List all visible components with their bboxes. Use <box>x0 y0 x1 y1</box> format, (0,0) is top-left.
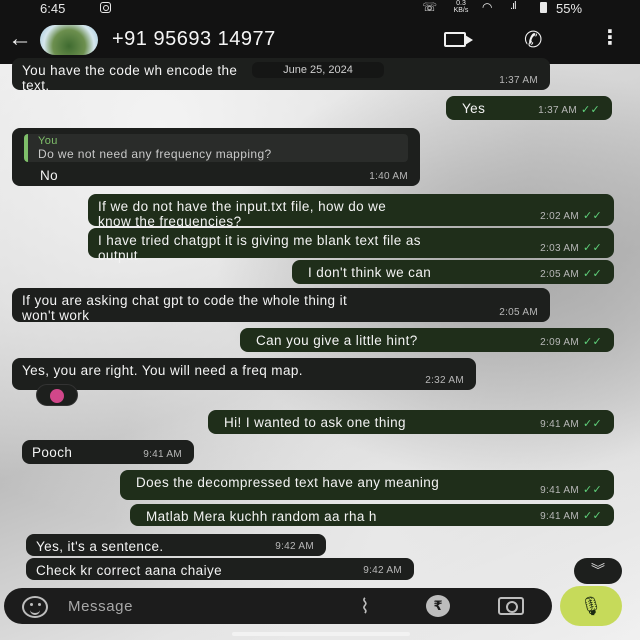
message-bubble[interactable]: Check kr correct aana chaiye 9:42 AM <box>26 558 414 580</box>
double-chevron-down-icon[interactable]: ︾ <box>574 558 622 584</box>
message-text: I have tried chatgpt it is giving me bla… <box>98 233 421 263</box>
message-text: If we do not have the input.txt file, ho… <box>98 199 387 229</box>
message-bubble[interactable]: You Do we not need any frequency mapping… <box>12 128 420 186</box>
message-bubble[interactable]: Yes 1:37 AM ✓✓ <box>446 96 612 120</box>
message-bubble[interactable]: If we do not have the input.txt file, ho… <box>88 194 614 229</box>
message-time: 9:41 AM <box>143 449 182 460</box>
message-bubble[interactable]: Yes, you are right. You will need a freq… <box>12 358 476 390</box>
camera-icon[interactable] <box>498 597 524 615</box>
message-bubble[interactable]: Can you give a little hint? 2:09 AM ✓✓ <box>240 328 614 352</box>
quoted-message[interactable]: You Do we not need any frequency mapping… <box>24 134 408 162</box>
message-bubble[interactable]: I have tried chatgpt it is giving me bla… <box>88 228 614 263</box>
message-bubble[interactable]: I don't think we can 2:05 AM ✓✓ <box>292 260 614 284</box>
message-text: Yes, you are right. You will need a freq… <box>22 363 303 378</box>
message-bubble[interactable]: Matlab Mera kuchh random aa rha h 9:41 A… <box>130 504 614 526</box>
quote-text: Do we not need any frequency mapping? <box>38 147 272 161</box>
signal-icon: .ıl <box>510 0 516 12</box>
message-text: Yes, it's a sentence. <box>36 539 164 554</box>
wifi-calling-icon: ☏ <box>422 0 438 14</box>
gesture-nav-bar[interactable] <box>232 632 410 636</box>
message-input[interactable] <box>68 592 328 620</box>
double-check-icon: ✓✓ <box>582 210 602 222</box>
message-time: 2:05 AM <box>540 269 579 280</box>
message-time: 9:42 AM <box>275 541 314 552</box>
phone-icon[interactable]: ✆ <box>524 27 542 53</box>
more-vertical-icon[interactable]: ⋮ <box>600 28 620 48</box>
message-time: 2:02 AM <box>540 211 579 222</box>
message-time: 9:41 AM <box>540 511 579 522</box>
thumbs-up-reaction[interactable] <box>36 384 78 406</box>
message-bubble[interactable]: Pooch 9:41 AM <box>22 440 194 464</box>
double-check-icon: ✓✓ <box>582 484 602 496</box>
mic-icon: 🎙 <box>579 596 603 616</box>
quote-author: You <box>38 135 58 147</box>
date-chip: June 25, 2024 <box>252 62 384 78</box>
message-time: 1:37 AM <box>499 75 538 86</box>
message-text: Does the decompressed text have any mean… <box>136 475 440 490</box>
network-speed: 0.3 KB/s <box>453 0 469 14</box>
rupee-icon[interactable]: ₹ <box>426 595 450 617</box>
message-time: 1:40 AM <box>369 171 408 182</box>
contact-name[interactable]: +91 95693 14977 <box>112 28 276 51</box>
wifi-icon: ◠ <box>482 0 493 14</box>
message-text: If you are asking chat gpt to code the w… <box>22 293 348 323</box>
message-time: 2:03 AM <box>540 243 579 254</box>
status-time: 6:45 <box>40 1 66 16</box>
message-time: 1:37 AM <box>538 105 577 116</box>
message-time: 9:41 AM <box>540 419 579 430</box>
thumbs-up-icon <box>50 388 64 403</box>
double-check-icon: ✓✓ <box>582 336 602 348</box>
message-time: 9:42 AM <box>363 565 402 576</box>
arrow-left-icon[interactable]: ← <box>8 26 38 52</box>
message-time: 2:09 AM <box>540 337 579 348</box>
message-bubble[interactable]: Hi! I wanted to ask one thing 9:41 AM ✓✓ <box>208 410 614 434</box>
avatar[interactable] <box>40 25 98 55</box>
video-call-icon[interactable] <box>444 32 473 47</box>
double-check-icon: ✓✓ <box>582 242 602 254</box>
message-time: 9:41 AM <box>540 485 579 496</box>
status-bar: 6:45 ☏ 0.3 KB/s ◠ .ıl 55% <box>0 0 640 16</box>
message-time: 2:32 AM <box>425 375 464 386</box>
message-bubble[interactable]: Does the decompressed text have any mean… <box>120 470 614 500</box>
paperclip-icon[interactable]: ⌇ <box>360 594 370 619</box>
double-check-icon: ✓✓ <box>582 418 602 430</box>
message-bubble[interactable]: If you are asking chat gpt to code the w… <box>12 288 550 323</box>
mic-button[interactable]: 🎙 <box>560 586 622 626</box>
emoji-icon[interactable] <box>22 596 48 618</box>
double-check-icon: ✓✓ <box>582 510 602 522</box>
battery-icon <box>540 2 547 13</box>
message-bubble[interactable]: Yes, it's a sentence. 9:42 AM <box>26 534 326 556</box>
battery-percent: 55% <box>556 1 583 16</box>
message-text: No <box>40 168 59 183</box>
message-text: Matlab Mera kuchh random aa rha h <box>146 509 377 524</box>
instagram-notification-icon <box>100 2 111 13</box>
double-check-icon: ✓✓ <box>582 268 602 280</box>
double-check-icon: ✓✓ <box>580 104 600 116</box>
message-time: 2:05 AM <box>499 307 538 318</box>
message-text: Check kr correct aana chaiye <box>36 563 223 578</box>
chat-header: 6:45 ☏ 0.3 KB/s ◠ .ıl 55% ← +91 95693 14… <box>0 0 640 64</box>
